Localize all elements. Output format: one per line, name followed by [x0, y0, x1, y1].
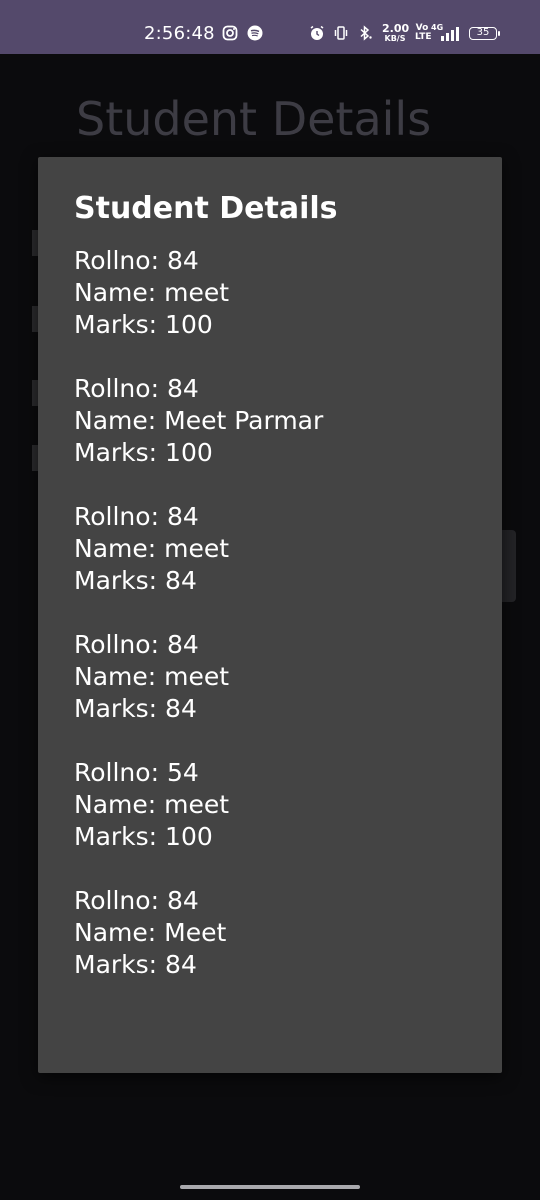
student-record: Rollno: 84 Name: meet Marks: 84	[74, 501, 474, 597]
battery-icon: 35	[469, 27, 500, 40]
student-record: Rollno: 54 Name: meet Marks: 100	[74, 757, 474, 853]
status-time: 2:56:48	[144, 23, 215, 44]
marks-text: Marks: 100	[74, 822, 213, 851]
screen: 2:56:48 2.00 KB/S Vo LTE 4G 35 Student D…	[0, 0, 540, 1200]
network-speed: 2.00 KB/S	[382, 23, 409, 44]
volte-indicator: Vo LTE	[415, 24, 432, 42]
dialog-body: Rollno: 84 Name: meet Marks: 100 Rollno:…	[74, 245, 474, 1013]
spotify-icon	[247, 25, 263, 41]
rollno-text: Rollno: 54	[74, 758, 199, 787]
student-record: Rollno: 84 Name: Meet Marks: 84	[74, 885, 474, 981]
vibrate-icon	[333, 25, 349, 41]
network-speed-unit: KB/S	[384, 34, 406, 43]
name-text: Name: meet	[74, 790, 230, 819]
rollno-text: Rollno: 84	[74, 502, 199, 531]
rollno-text: Rollno: 84	[74, 246, 199, 275]
marks-text: Marks: 84	[74, 950, 197, 979]
marks-text: Marks: 84	[74, 566, 197, 595]
name-text: Name: meet	[74, 662, 230, 691]
student-record: Rollno: 84 Name: meet Marks: 84	[74, 629, 474, 725]
volte-bottom: LTE	[415, 32, 432, 42]
marks-text: Marks: 100	[74, 310, 213, 339]
student-record: Rollno: 84 Name: Meet Parmar Marks: 100	[74, 373, 474, 469]
name-text: Name: meet	[74, 534, 230, 563]
bluetooth-icon	[357, 25, 373, 41]
rollno-text: Rollno: 84	[74, 886, 199, 915]
signal-icon	[440, 26, 460, 42]
rollno-text: Rollno: 84	[74, 374, 199, 403]
name-text: Name: Meet	[74, 918, 227, 947]
instagram-icon	[222, 25, 238, 41]
marks-text: Marks: 100	[74, 438, 213, 467]
name-text: Name: meet	[74, 278, 230, 307]
status-bar: 2:56:48 2.00 KB/S Vo LTE 4G 35	[0, 0, 540, 54]
navigation-gesture-bar[interactable]	[180, 1185, 360, 1189]
marks-text: Marks: 84	[74, 694, 197, 723]
alarm-icon	[309, 25, 325, 41]
student-details-dialog: Student Details Rollno: 84 Name: meet Ma…	[38, 157, 502, 1073]
dialog-title: Student Details	[74, 191, 338, 226]
rollno-text: Rollno: 84	[74, 630, 199, 659]
student-record: Rollno: 84 Name: meet Marks: 100	[74, 245, 474, 341]
app-title: Student Details	[76, 92, 432, 146]
name-text: Name: Meet Parmar	[74, 406, 324, 435]
